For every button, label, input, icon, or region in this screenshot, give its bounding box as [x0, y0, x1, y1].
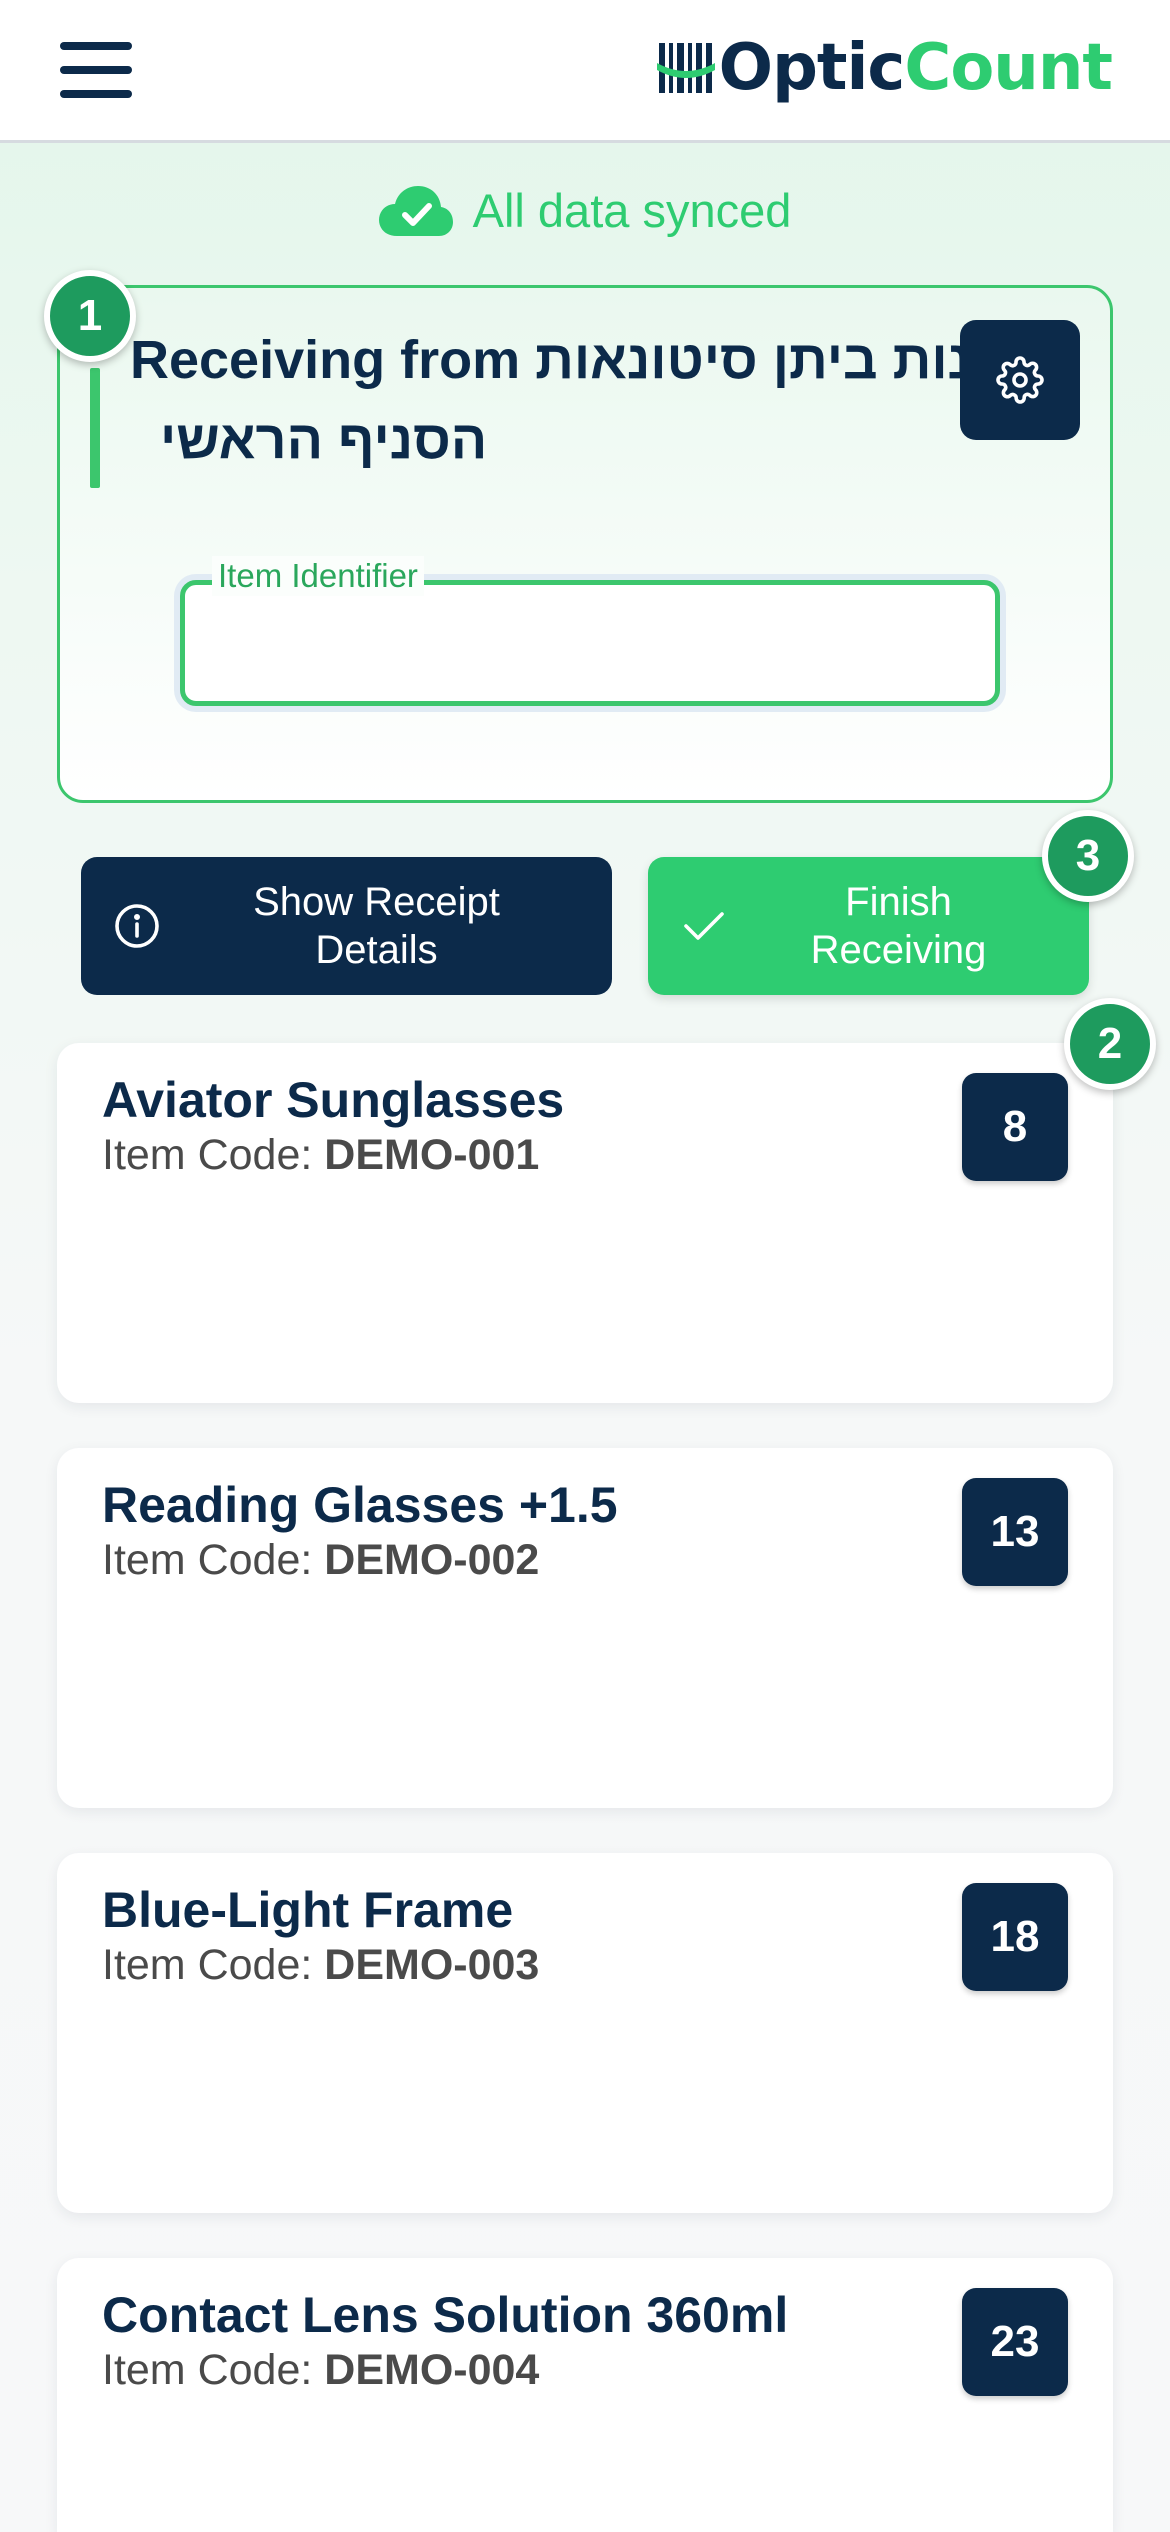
quantity-badge[interactable]: 8 [962, 1073, 1068, 1181]
item-code: Item Code: DEMO-002 [102, 1536, 539, 1585]
item-code-value: DEMO-003 [324, 1941, 540, 1989]
quantity-badge[interactable]: 13 [962, 1478, 1068, 1586]
check-icon [684, 912, 724, 940]
barcode-icon [656, 43, 715, 93]
item-code-label: Item Code: [102, 1941, 325, 1989]
item-code-value: DEMO-004 [324, 2346, 540, 2394]
gear-icon [996, 356, 1044, 404]
finish-label-line1: Finish [845, 880, 952, 924]
item-name: Blue-Light Frame [102, 1882, 514, 1938]
item-identifier-box [180, 580, 1000, 706]
receiving-card: Receiving from נות ביתן סיטונאות הסניף ה… [57, 285, 1113, 803]
sync-status: All data synced [0, 183, 1170, 238]
item-code: Item Code: DEMO-003 [102, 1941, 539, 1990]
item-code-label: Item Code: [102, 1131, 325, 1179]
app-screen: OpticCount All data synced Receiving fro… [0, 0, 1170, 2532]
logo-text: OpticCount [718, 31, 1113, 105]
item-identifier-input[interactable] [185, 585, 995, 701]
info-icon [115, 904, 159, 948]
item-code: Item Code: DEMO-004 [102, 2346, 539, 2395]
menu-icon[interactable] [60, 42, 132, 98]
quantity-badge[interactable]: 23 [962, 2288, 1068, 2396]
finish-receiving-button[interactable]: Finish Receiving [648, 857, 1089, 995]
step-badge-3: 3 [1042, 810, 1134, 902]
item-identifier-field: Item Identifier [180, 556, 1000, 706]
item-name: Contact Lens Solution 360ml [102, 2287, 789, 2343]
item-code-value: DEMO-001 [324, 1131, 540, 1179]
step-badge-2: 2 [1064, 998, 1156, 1090]
item-name: Reading Glasses +1.5 [102, 1477, 618, 1533]
item-code-label: Item Code: [102, 2346, 325, 2394]
item-code: Item Code: DEMO-001 [102, 1131, 539, 1180]
item-code-label: Item Code: [102, 1536, 325, 1584]
receipt-label-line1: Show Receipt [253, 880, 500, 924]
show-receipt-details-label: Show Receipt Details [161, 878, 612, 974]
logo-optic: Optic [718, 31, 906, 105]
receipt-label-line2: Details [315, 928, 438, 972]
app-logo: OpticCount [656, 28, 1113, 108]
item-card[interactable]: Blue-Light Frame Item Code: DEMO-003 18 [57, 1853, 1113, 2213]
item-code-value: DEMO-002 [324, 1536, 540, 1584]
show-receipt-details-button[interactable]: Show Receipt Details [81, 857, 612, 995]
quantity-badge[interactable]: 18 [962, 1883, 1068, 1991]
finish-receiving-label: Finish Receiving [728, 878, 1089, 974]
receiving-title-line1: Receiving from נות ביתן סיטונאות [130, 330, 971, 390]
item-name: Aviator Sunglasses [102, 1072, 565, 1128]
item-card[interactable]: Contact Lens Solution 360ml Item Code: D… [57, 2258, 1113, 2532]
receiving-title-line2: הסניף הראשי [160, 410, 488, 470]
top-bar: OpticCount [0, 0, 1170, 143]
item-card[interactable]: Aviator Sunglasses Item Code: DEMO-001 8 [57, 1043, 1113, 1403]
sync-text: All data synced [472, 184, 792, 237]
receiving-title: Receiving from נות ביתן סיטונאות הסניף ה… [130, 320, 980, 480]
item-identifier-label: Item Identifier [212, 556, 424, 596]
item-card[interactable]: Reading Glasses +1.5 Item Code: DEMO-002… [57, 1448, 1113, 1808]
accent-bar [90, 368, 100, 488]
step-badge-1: 1 [44, 270, 136, 362]
finish-label-line2: Receiving [810, 928, 987, 972]
logo-count: Count [904, 31, 1113, 105]
cloud-check-icon [378, 185, 453, 236]
settings-button[interactable] [960, 320, 1080, 440]
